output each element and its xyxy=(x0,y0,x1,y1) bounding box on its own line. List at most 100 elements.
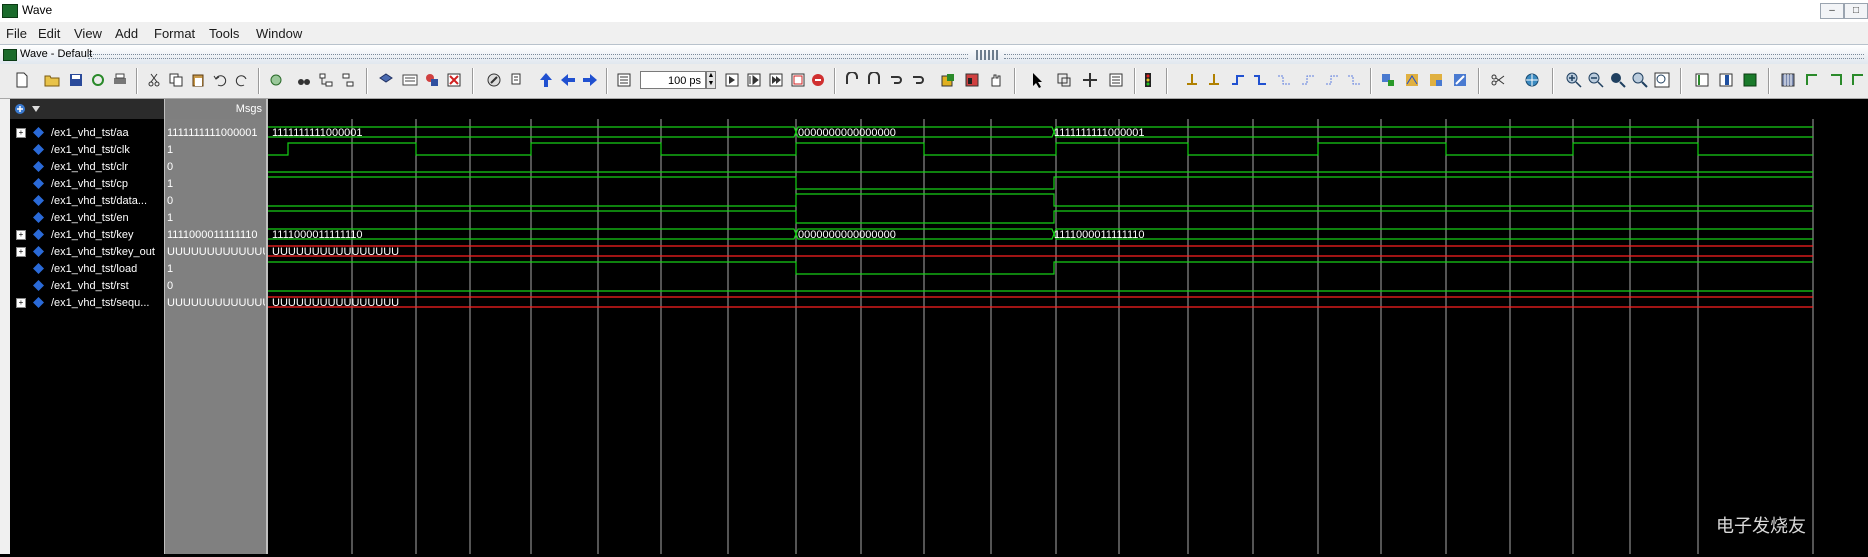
cut-icon[interactable] xyxy=(146,72,162,88)
wave-mode-icon[interactable] xyxy=(510,72,526,88)
break-icon[interactable] xyxy=(446,72,462,88)
trailing-edge-icon[interactable] xyxy=(1828,72,1844,88)
format-analog-icon[interactable] xyxy=(1404,72,1420,88)
zoom-cursor-icon[interactable] xyxy=(1632,72,1648,88)
grid-icon[interactable] xyxy=(1780,72,1796,88)
arrow-right-icon[interactable] xyxy=(582,72,598,88)
signal-row-sequ[interactable]: + /ex1_vhd_tst/sequ... UUUUUUUUUUUUUUUU xyxy=(0,294,268,311)
zoom-out-icon[interactable] xyxy=(1588,72,1604,88)
run-length-input[interactable]: 100 ps xyxy=(640,71,706,89)
edge-rising-icon[interactable] xyxy=(1300,72,1316,88)
globe-icon[interactable] xyxy=(1524,72,1540,88)
new-file-icon[interactable] xyxy=(14,72,30,88)
stop-icon[interactable] xyxy=(810,72,826,88)
zoom-select-icon[interactable] xyxy=(486,72,502,88)
edge-falling-icon[interactable] xyxy=(1276,72,1292,88)
maximize-button[interactable]: □ xyxy=(1844,3,1868,19)
step-over-icon[interactable] xyxy=(866,72,882,88)
expand-toggle[interactable]: + xyxy=(16,230,26,240)
signal-row-load[interactable]: /ex1_vhd_tst/load 1 xyxy=(0,260,268,277)
menu-window[interactable]: Window xyxy=(256,26,302,41)
print-icon[interactable] xyxy=(112,72,128,88)
zoom-box-icon[interactable] xyxy=(1056,72,1072,88)
next-edge-icon[interactable] xyxy=(1252,72,1268,88)
find-icon[interactable] xyxy=(268,72,284,88)
continue-run-icon[interactable] xyxy=(746,72,762,88)
environment-icon[interactable] xyxy=(964,72,980,88)
menu-tools[interactable]: Tools xyxy=(209,26,239,41)
delete-cursor-icon[interactable] xyxy=(1206,72,1222,88)
msgs-column-header[interactable]: Msgs xyxy=(165,99,266,119)
zoom-full-icon[interactable] xyxy=(1610,72,1626,88)
wave-style-icon[interactable] xyxy=(1850,72,1866,88)
expand-toggle[interactable]: + xyxy=(16,247,26,257)
layers-icon[interactable] xyxy=(378,72,394,88)
signal-row-key[interactable]: + /ex1_vhd_tst/key 1111000011111110 xyxy=(0,226,268,243)
step-dropdown-icon[interactable] xyxy=(910,72,926,88)
insert-cursor-icon[interactable] xyxy=(1184,72,1200,88)
restart-icon[interactable] xyxy=(940,72,956,88)
chevron-down-icon[interactable] xyxy=(32,106,40,112)
reload-icon[interactable] xyxy=(90,72,106,88)
menu-add[interactable]: Add xyxy=(115,26,138,41)
leading-edge-icon[interactable] xyxy=(1804,72,1820,88)
expand-toggle[interactable]: + xyxy=(16,128,26,138)
run-length-icon[interactable] xyxy=(616,72,632,88)
zoom-range-icon[interactable] xyxy=(1654,72,1670,88)
move-icon[interactable] xyxy=(1082,72,1098,88)
format-wave-icon[interactable] xyxy=(1380,72,1396,88)
edge-last-icon[interactable] xyxy=(1346,72,1362,88)
spin-down-icon[interactable]: ▼ xyxy=(707,80,715,88)
signal-row-rst[interactable]: /ex1_vhd_tst/rst 0 xyxy=(0,277,268,294)
binoculars-icon[interactable] xyxy=(296,72,312,88)
format-color-icon[interactable] xyxy=(1428,72,1444,88)
traffic-light-icon[interactable] xyxy=(1142,72,1158,88)
minimize-button[interactable]: – xyxy=(1820,3,1844,19)
undo-icon[interactable] xyxy=(212,72,228,88)
run-all-icon[interactable] xyxy=(768,72,784,88)
hand-pan-icon[interactable] xyxy=(988,72,1004,88)
signal-row-cp[interactable]: /ex1_vhd_tst/cp 1 xyxy=(0,175,268,192)
waveform-canvas[interactable]: 1111111111000001 0000000000000000 111111… xyxy=(268,99,1868,554)
run-icon[interactable] xyxy=(724,72,740,88)
spin-up-icon[interactable]: ▲ xyxy=(707,72,715,80)
save-icon[interactable] xyxy=(68,72,84,88)
menu-file[interactable]: File xyxy=(6,26,27,41)
signal-row-clk[interactable]: /ex1_vhd_tst/clk 1 xyxy=(0,141,268,158)
edit-wave-icon[interactable] xyxy=(1108,72,1124,88)
compile-icon[interactable] xyxy=(402,72,418,88)
prev-edge-icon[interactable] xyxy=(1230,72,1246,88)
step-out-icon[interactable] xyxy=(888,72,904,88)
step-icon[interactable] xyxy=(844,72,860,88)
expand-toggle[interactable]: + xyxy=(16,298,26,308)
menu-format[interactable]: Format xyxy=(154,26,195,41)
simulate-icon[interactable] xyxy=(424,72,440,88)
copy-icon[interactable] xyxy=(168,72,184,88)
signal-row-en[interactable]: /ex1_vhd_tst/en 1 xyxy=(0,209,268,226)
edge-any-icon[interactable] xyxy=(1324,72,1340,88)
menu-edit[interactable]: Edit xyxy=(38,26,60,41)
wave-pane-title-bar[interactable]: Wave - Default xyxy=(0,44,1868,66)
pointer-icon[interactable] xyxy=(1030,72,1046,88)
signal-row-data[interactable]: /ex1_vhd_tst/data... 0 xyxy=(0,192,268,209)
tree-icon[interactable] xyxy=(340,72,356,88)
scissors-icon[interactable] xyxy=(1490,72,1506,88)
run-length-spinner[interactable]: ▲ ▼ xyxy=(706,71,716,89)
open-folder-icon[interactable] xyxy=(44,72,60,88)
hierarchy-icon[interactable] xyxy=(318,72,334,88)
format-height-icon[interactable] xyxy=(1452,72,1468,88)
arrow-up-icon[interactable] xyxy=(538,72,554,88)
cursor-lock-icon[interactable] xyxy=(1718,72,1734,88)
break-run-icon[interactable] xyxy=(790,72,806,88)
signal-row-clr[interactable]: /ex1_vhd_tst/clr 0 xyxy=(0,158,268,175)
signal-name-header[interactable] xyxy=(10,99,164,119)
cursor-green-icon[interactable] xyxy=(1742,72,1758,88)
cursor-line-icon[interactable] xyxy=(1694,72,1710,88)
undock-grip-icon[interactable] xyxy=(976,50,998,60)
signal-row-aa[interactable]: + /ex1_vhd_tst/aa 1111111111000001 xyxy=(0,124,268,141)
redo-icon[interactable] xyxy=(234,72,250,88)
add-signal-icon[interactable] xyxy=(14,102,30,116)
signal-row-key-out[interactable]: + /ex1_vhd_tst/key_out UUUUUUUUUUUUUUUU xyxy=(0,243,268,260)
zoom-in-icon[interactable] xyxy=(1566,72,1582,88)
paste-icon[interactable] xyxy=(190,72,206,88)
